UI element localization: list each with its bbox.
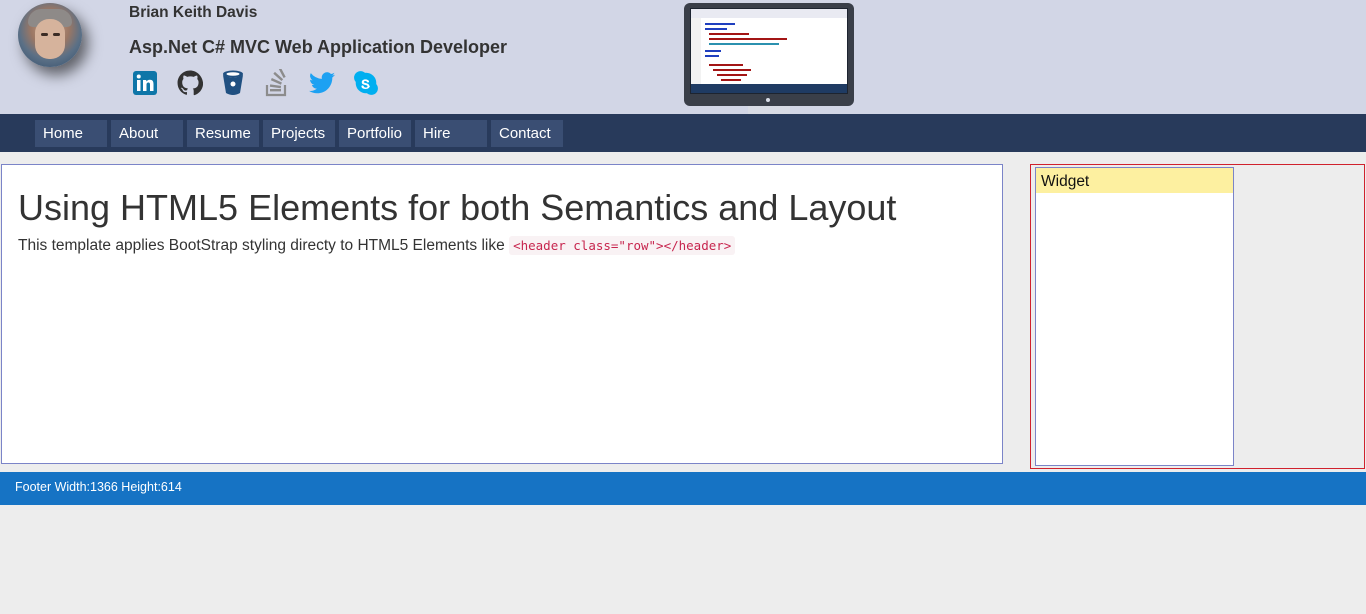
stackoverflow-icon[interactable] [265, 69, 309, 97]
widget: Widget [1035, 167, 1234, 466]
main-nav: Home About Resume Projects Portfolio Hir… [0, 114, 1366, 152]
linkedin-icon[interactable] [133, 69, 177, 97]
bitbucket-icon[interactable] [221, 69, 265, 97]
code-editor-screenshot [690, 8, 848, 94]
author-role: Asp.Net C# MVC Web Application Developer [129, 37, 508, 57]
main-content: Using HTML5 Elements for both Semantics … [1, 164, 1003, 464]
monitor-illustration [684, 3, 854, 106]
widget-title: Widget [1036, 168, 1233, 193]
code-sample: <header class="row"></header> [509, 236, 736, 255]
nav-contact[interactable]: Contact [491, 120, 563, 147]
nav-home[interactable]: Home [35, 120, 107, 147]
nav-resume[interactable]: Resume [187, 120, 259, 147]
sidebar: Widget [1030, 164, 1365, 469]
footer-text: Footer Width:1366 Height:614 [15, 480, 182, 494]
intro-sentence: This template applies BootStrap styling … [18, 237, 505, 254]
avatar [18, 3, 82, 67]
site-header: Brian Keith Davis Asp.Net C# MVC Web App… [0, 0, 1366, 123]
author-name: Brian Keith Davis [129, 4, 258, 21]
intro-text: This template applies BootStrap styling … [18, 236, 736, 255]
skype-icon[interactable] [353, 69, 397, 97]
nav-about[interactable]: About [111, 120, 183, 147]
nav-projects[interactable]: Projects [263, 120, 335, 147]
social-links [133, 69, 397, 97]
site-footer: Footer Width:1366 Height:614 [0, 472, 1366, 505]
page-title: Using HTML5 Elements for both Semantics … [18, 187, 897, 228]
nav-portfolio[interactable]: Portfolio [339, 120, 411, 147]
github-icon[interactable] [177, 69, 221, 97]
nav-hire[interactable]: Hire [415, 120, 487, 147]
twitter-icon[interactable] [309, 69, 353, 97]
